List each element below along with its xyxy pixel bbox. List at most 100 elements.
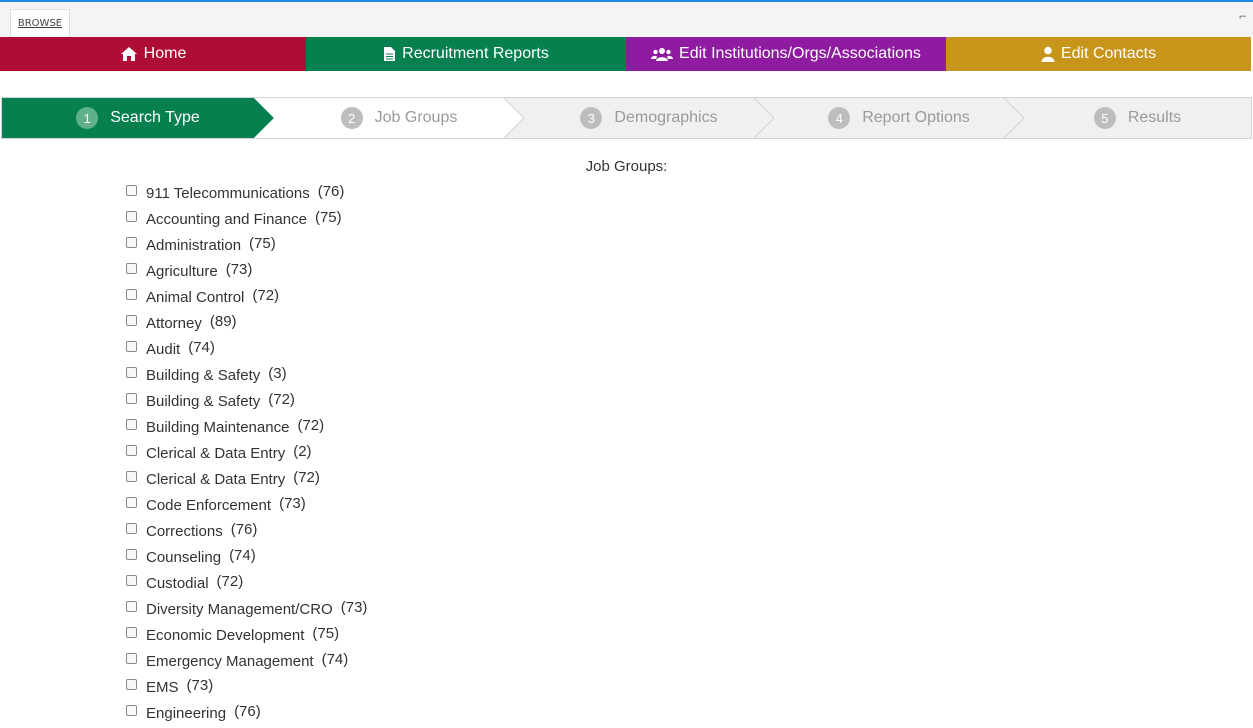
job-group-item: Emergency Management (74) — [125, 650, 367, 676]
job-group-label[interactable]: Attorney — [146, 315, 202, 332]
home-icon — [120, 46, 138, 62]
job-group-count: (74) — [229, 547, 256, 564]
job-group-checkbox[interactable] — [126, 471, 137, 482]
job-group-checkbox[interactable] — [126, 549, 137, 560]
step-search-type[interactable]: 1 Search Type — [2, 98, 274, 138]
job-group-item: Animal Control (72) — [125, 286, 367, 312]
job-group-checkbox[interactable] — [126, 497, 137, 508]
step-job-groups[interactable]: 2 Job Groups — [274, 98, 524, 138]
job-group-item: Custodial (72) — [125, 572, 367, 598]
step-label: Report Options — [862, 109, 970, 126]
job-group-count: (74) — [321, 651, 349, 668]
users-icon — [651, 47, 674, 61]
job-group-label[interactable]: Corrections — [146, 523, 223, 540]
job-group-count: (89) — [209, 313, 237, 330]
job-group-label[interactable]: Engineering — [146, 705, 226, 722]
job-group-item: Agriculture (73) — [125, 260, 367, 286]
job-group-label[interactable]: EMS — [146, 679, 179, 696]
job-group-label[interactable]: Counseling — [146, 549, 221, 566]
step-number: 4 — [828, 107, 851, 129]
job-group-label[interactable]: 911 Telecommunications — [146, 185, 310, 202]
job-group-checkbox[interactable] — [126, 263, 137, 274]
job-group-checkbox[interactable] — [126, 627, 137, 638]
job-group-checkbox[interactable] — [126, 419, 137, 430]
job-group-checkbox[interactable] — [126, 575, 137, 586]
nav-edit-institutions-label: Edit Institutions/Orgs/Associations — [679, 45, 921, 62]
job-group-item: Code Enforcement (73) — [125, 494, 367, 520]
step-results[interactable]: 5 Results — [1024, 98, 1251, 138]
job-group-label[interactable]: Agriculture — [146, 263, 218, 280]
job-group-label[interactable]: Code Enforcement — [146, 497, 271, 514]
step-label: Job Groups — [374, 109, 458, 126]
step-report-options[interactable]: 4 Report Options — [774, 98, 1024, 138]
job-group-checkbox[interactable] — [126, 523, 137, 534]
job-group-label[interactable]: Building & Safety — [146, 393, 260, 410]
job-group-item: Clerical & Data Entry (2) — [125, 442, 367, 468]
job-group-checkbox[interactable] — [126, 679, 137, 690]
job-group-label[interactable]: Building & Safety — [146, 367, 260, 384]
job-group-checkbox[interactable] — [126, 341, 137, 352]
job-group-item: Administration (75) — [125, 234, 367, 260]
job-group-count: (75) — [312, 625, 340, 642]
job-group-label[interactable]: Building Maintenance — [146, 419, 289, 436]
job-group-count: (72) — [252, 287, 280, 304]
job-group-count: (73) — [186, 677, 214, 694]
job-group-checkbox[interactable] — [126, 211, 137, 222]
nav-recruitment-reports-label: Recruitment Reports — [402, 45, 549, 62]
job-group-item: Building & Safety (72) — [125, 390, 367, 416]
job-group-count: (72) — [293, 469, 320, 486]
job-group-count: (76) — [234, 703, 261, 720]
job-group-label[interactable]: Economic Development — [146, 627, 304, 644]
step-label: Search Type — [110, 109, 200, 126]
job-group-label[interactable]: Emergency Management — [146, 653, 314, 670]
job-group-count: (73) — [225, 261, 253, 278]
step-number: 2 — [340, 107, 363, 129]
focus-mode-icon[interactable]: ⌐ — [1239, 12, 1247, 23]
job-group-item: Diversity Management/CRO (73) — [125, 598, 367, 624]
job-group-checkbox[interactable] — [126, 289, 137, 300]
job-group-label[interactable]: Administration — [146, 237, 241, 254]
job-group-label[interactable]: Clerical & Data Entry — [146, 471, 285, 488]
job-group-checkbox[interactable] — [126, 393, 137, 404]
job-groups-list: 911 Telecommunications (76) Accounting and… — [125, 182, 367, 728]
job-group-checkbox[interactable] — [126, 445, 137, 456]
job-group-label[interactable]: Clerical & Data Entry — [146, 445, 285, 462]
job-group-checkbox[interactable] — [126, 367, 137, 378]
job-group-count: (2) — [293, 443, 312, 460]
job-group-label[interactable]: Diversity Management/CRO — [146, 601, 333, 618]
step-demographics[interactable]: 3 Demographics — [524, 98, 774, 138]
job-group-count: (72) — [216, 573, 244, 590]
job-group-item: Corrections (76) — [125, 520, 367, 546]
job-group-label[interactable]: Audit — [146, 341, 180, 358]
job-groups-heading: Job Groups: — [585, 158, 668, 175]
job-group-checkbox[interactable] — [126, 705, 137, 716]
job-group-count: (76) — [230, 521, 258, 538]
job-group-count: (73) — [340, 599, 368, 616]
job-group-item: 911 Telecommunications (76) — [125, 182, 367, 208]
job-group-item: Engineering (76) — [125, 702, 367, 728]
nav-edit-institutions-button[interactable]: Edit Institutions/Orgs/Associations — [626, 37, 946, 71]
step-number: 3 — [580, 107, 603, 129]
nav-edit-contacts-label: Edit Contacts — [1060, 45, 1157, 62]
job-group-count: (72) — [268, 391, 295, 408]
main-nav: Home Recruitment Reports Edit Institutio… — [0, 37, 1251, 71]
job-group-label[interactable]: Custodial — [146, 575, 209, 592]
job-group-label[interactable]: Accounting and Finance — [146, 211, 307, 228]
nav-recruitment-reports-button[interactable]: Recruitment Reports — [306, 37, 626, 71]
browse-tab[interactable]: BROWSE — [10, 9, 70, 37]
job-group-checkbox[interactable] — [126, 601, 137, 612]
job-group-count: (75) — [249, 235, 276, 252]
nav-home-button[interactable]: Home — [0, 37, 306, 71]
job-group-item: Accounting and Finance (75) — [125, 208, 367, 234]
ribbon-bar: BROWSE ⌐ — [0, 2, 1253, 37]
step-label: Results — [1127, 109, 1182, 126]
job-group-label[interactable]: Animal Control — [146, 289, 244, 306]
job-group-checkbox[interactable] — [126, 185, 137, 196]
job-group-checkbox[interactable] — [126, 237, 137, 248]
job-group-checkbox[interactable] — [126, 653, 137, 664]
user-icon — [1041, 46, 1055, 62]
wizard-steps: 1 Search Type 2 Job Groups 3 Demographic… — [1, 97, 1252, 139]
nav-edit-contacts-button[interactable]: Edit Contacts — [946, 37, 1251, 71]
job-group-item: Audit (74) — [125, 338, 367, 364]
job-group-checkbox[interactable] — [126, 315, 137, 326]
